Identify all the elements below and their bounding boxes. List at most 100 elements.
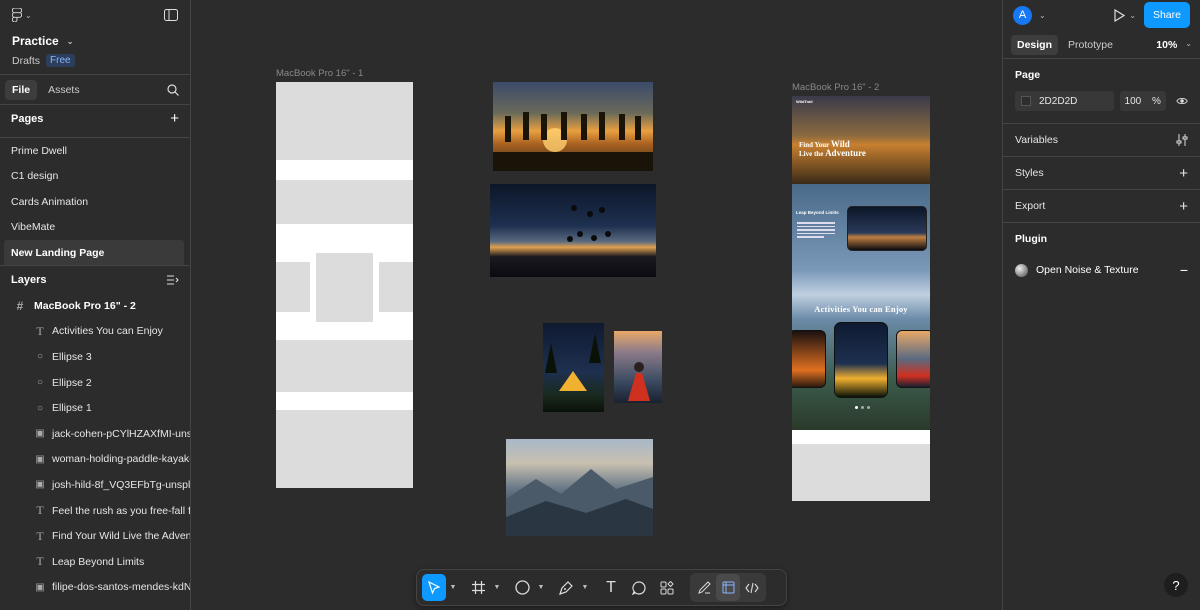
layer-label: filipe-dos-santos-mendes-kdN6D — [52, 581, 190, 594]
layer-item[interactable]: ▣ woman-holding-paddle-kayak-river — [0, 447, 190, 473]
dot[interactable] — [855, 406, 858, 409]
add-export-icon[interactable]: + — [1179, 198, 1188, 215]
noise-plugin-icon — [1015, 263, 1028, 277]
layer-item[interactable]: ▣ jack-cohen-pCYlHZAXfMI-unsplash — [0, 421, 190, 447]
chevron-down-icon[interactable]: ▼ — [492, 584, 502, 591]
layer-item[interactable]: ○ Ellipse 2 — [0, 370, 190, 396]
canvas[interactable]: MacBook Pro 16" - 1 MacBook Pro 16" - 2 … — [191, 0, 1002, 610]
image-icon: ▣ — [35, 453, 45, 465]
layer-label: jack-cohen-pCYlHZAXfMI-unsplash — [52, 427, 190, 440]
activities-heading: Activities You can Enjoy — [814, 304, 908, 314]
layer-item[interactable]: ▣ filipe-dos-santos-mendes-kdN6D — [0, 575, 190, 601]
mountains-image[interactable] — [506, 439, 653, 536]
frame-macbook-1[interactable] — [276, 82, 413, 488]
help-button[interactable]: ? — [1164, 573, 1188, 597]
tab-assets[interactable]: Assets — [41, 80, 87, 100]
layer-label: MacBook Pro 16" - 2 — [34, 299, 136, 312]
project-title: Practice — [12, 34, 59, 48]
layer-item[interactable]: T Leap Beyond Limits — [0, 549, 190, 575]
frame-grid-icon — [471, 581, 485, 594]
dot[interactable] — [861, 406, 864, 409]
layer-item[interactable]: ○ Ellipse 1 — [0, 395, 190, 421]
main-menu-button[interactable]: ⌄ — [12, 8, 32, 22]
pen-icon — [559, 580, 573, 595]
shape-tool[interactable] — [510, 574, 534, 601]
opacity-value: 100 — [1124, 95, 1142, 107]
tent-image[interactable] — [543, 323, 604, 412]
comment-icon — [632, 580, 646, 595]
page-opacity-field[interactable]: 100 % — [1119, 91, 1166, 111]
layer-item[interactable]: ▣ josh-hild-8f_VQ3EFbTg-unsplash — [0, 472, 190, 498]
skydivers-image[interactable] — [490, 184, 656, 277]
page-item-active[interactable]: New Landing Page — [4, 240, 184, 266]
hero-section: WildTrail Find Your Wild Live the Advent… — [792, 96, 930, 184]
frame-band — [792, 430, 930, 444]
plugin-section: Plugin Open Noise & Texture − — [1003, 223, 1200, 285]
layer-item[interactable]: ○ Ellipse 3 — [0, 344, 190, 370]
sidebar-toggle-icon[interactable] — [164, 9, 178, 21]
carousel-dots[interactable] — [855, 406, 870, 409]
page-section: Page 2D2D2D 100 % — [1003, 59, 1200, 124]
text-tool[interactable]: T — [598, 574, 624, 601]
skydivers-silhouette — [567, 205, 611, 242]
chevron-down-icon[interactable]: ▼ — [580, 584, 590, 591]
layer-item[interactable]: T Feel the rush as you free-fall from — [0, 498, 190, 524]
variables-adjust-icon[interactable] — [1176, 134, 1188, 146]
hikers-sunset-image[interactable] — [493, 82, 653, 171]
layer-item[interactable]: T Find Your Wild Live the Adventure — [0, 523, 190, 549]
draw-mode-button[interactable] — [692, 574, 716, 601]
minus-icon[interactable]: − — [1180, 262, 1188, 278]
move-tool[interactable] — [422, 574, 446, 601]
dev-mode-button[interactable] — [740, 574, 764, 601]
dot[interactable] — [867, 406, 870, 409]
plugin-item[interactable]: Open Noise & Texture − — [1015, 255, 1188, 285]
tab-file[interactable]: File — [5, 79, 38, 100]
skydive-card — [847, 206, 927, 251]
avatar[interactable]: A — [1013, 5, 1032, 25]
right-panel: A ⌄ ⌄ Share Design Prototype 10% ⌄ Page … — [1002, 0, 1200, 610]
tab-design[interactable]: Design — [1011, 34, 1059, 55]
kayak-image[interactable] — [614, 331, 662, 403]
code-icon — [745, 582, 759, 593]
project-location[interactable]: Drafts — [12, 55, 40, 67]
chevron-down-icon[interactable]: ▼ — [448, 584, 458, 591]
comment-tool[interactable] — [626, 574, 652, 601]
layers-list-icon[interactable] — [167, 275, 179, 285]
tab-prototype[interactable]: Prototype — [1062, 35, 1119, 55]
frame-macbook-2[interactable]: WildTrail Find Your Wild Live the Advent… — [792, 96, 930, 501]
page-color-field[interactable]: 2D2D2D — [1015, 91, 1114, 111]
page-item[interactable]: VibeMate — [0, 215, 184, 241]
hero-line2: Live the — [799, 150, 824, 159]
left-panel: ⌄ Practice ⌄ Drafts Free File Assets Pag… — [0, 0, 191, 610]
resources-tool[interactable] — [654, 574, 680, 601]
chevron-down-icon[interactable]: ⌄ — [1129, 11, 1136, 20]
opacity-unit: % — [1151, 95, 1161, 107]
project-name[interactable]: Practice ⌄ — [12, 34, 178, 48]
pen-tool[interactable] — [554, 574, 578, 601]
page-item[interactable]: C1 design — [0, 164, 184, 190]
play-icon[interactable] — [1113, 8, 1126, 22]
page-item[interactable]: Prime Dwell — [0, 138, 184, 164]
chevron-down-icon[interactable]: ▼ — [536, 584, 546, 591]
add-page-icon[interactable]: + — [170, 110, 179, 127]
color-swatch[interactable] — [1021, 96, 1031, 106]
add-style-icon[interactable]: + — [1179, 165, 1188, 182]
frame1-label[interactable]: MacBook Pro 16" - 1 — [276, 68, 363, 79]
share-button[interactable]: Share — [1143, 2, 1190, 28]
frame-tool[interactable] — [466, 574, 490, 601]
layer-frame[interactable]: # MacBook Pro 16" - 2 — [0, 293, 190, 319]
hikers-silhouette — [493, 112, 653, 171]
activity-card — [896, 330, 930, 388]
ellipse-icon: ○ — [36, 402, 44, 414]
export-heading: Export — [1015, 200, 1046, 212]
zoom-control[interactable]: 10% ⌄ — [1156, 39, 1192, 51]
eye-icon[interactable] — [1176, 96, 1188, 106]
frame2-label[interactable]: MacBook Pro 16" - 2 — [792, 82, 879, 93]
design-mode-button[interactable] — [716, 574, 740, 601]
search-icon[interactable] — [167, 83, 179, 96]
activity-card-active — [834, 322, 888, 398]
page-item[interactable]: Cards Animation — [0, 189, 184, 215]
layer-item[interactable]: T Activities You can Enjoy — [0, 319, 190, 345]
image-icon: ▣ — [35, 428, 45, 440]
chevron-down-icon[interactable]: ⌄ — [1039, 11, 1046, 20]
